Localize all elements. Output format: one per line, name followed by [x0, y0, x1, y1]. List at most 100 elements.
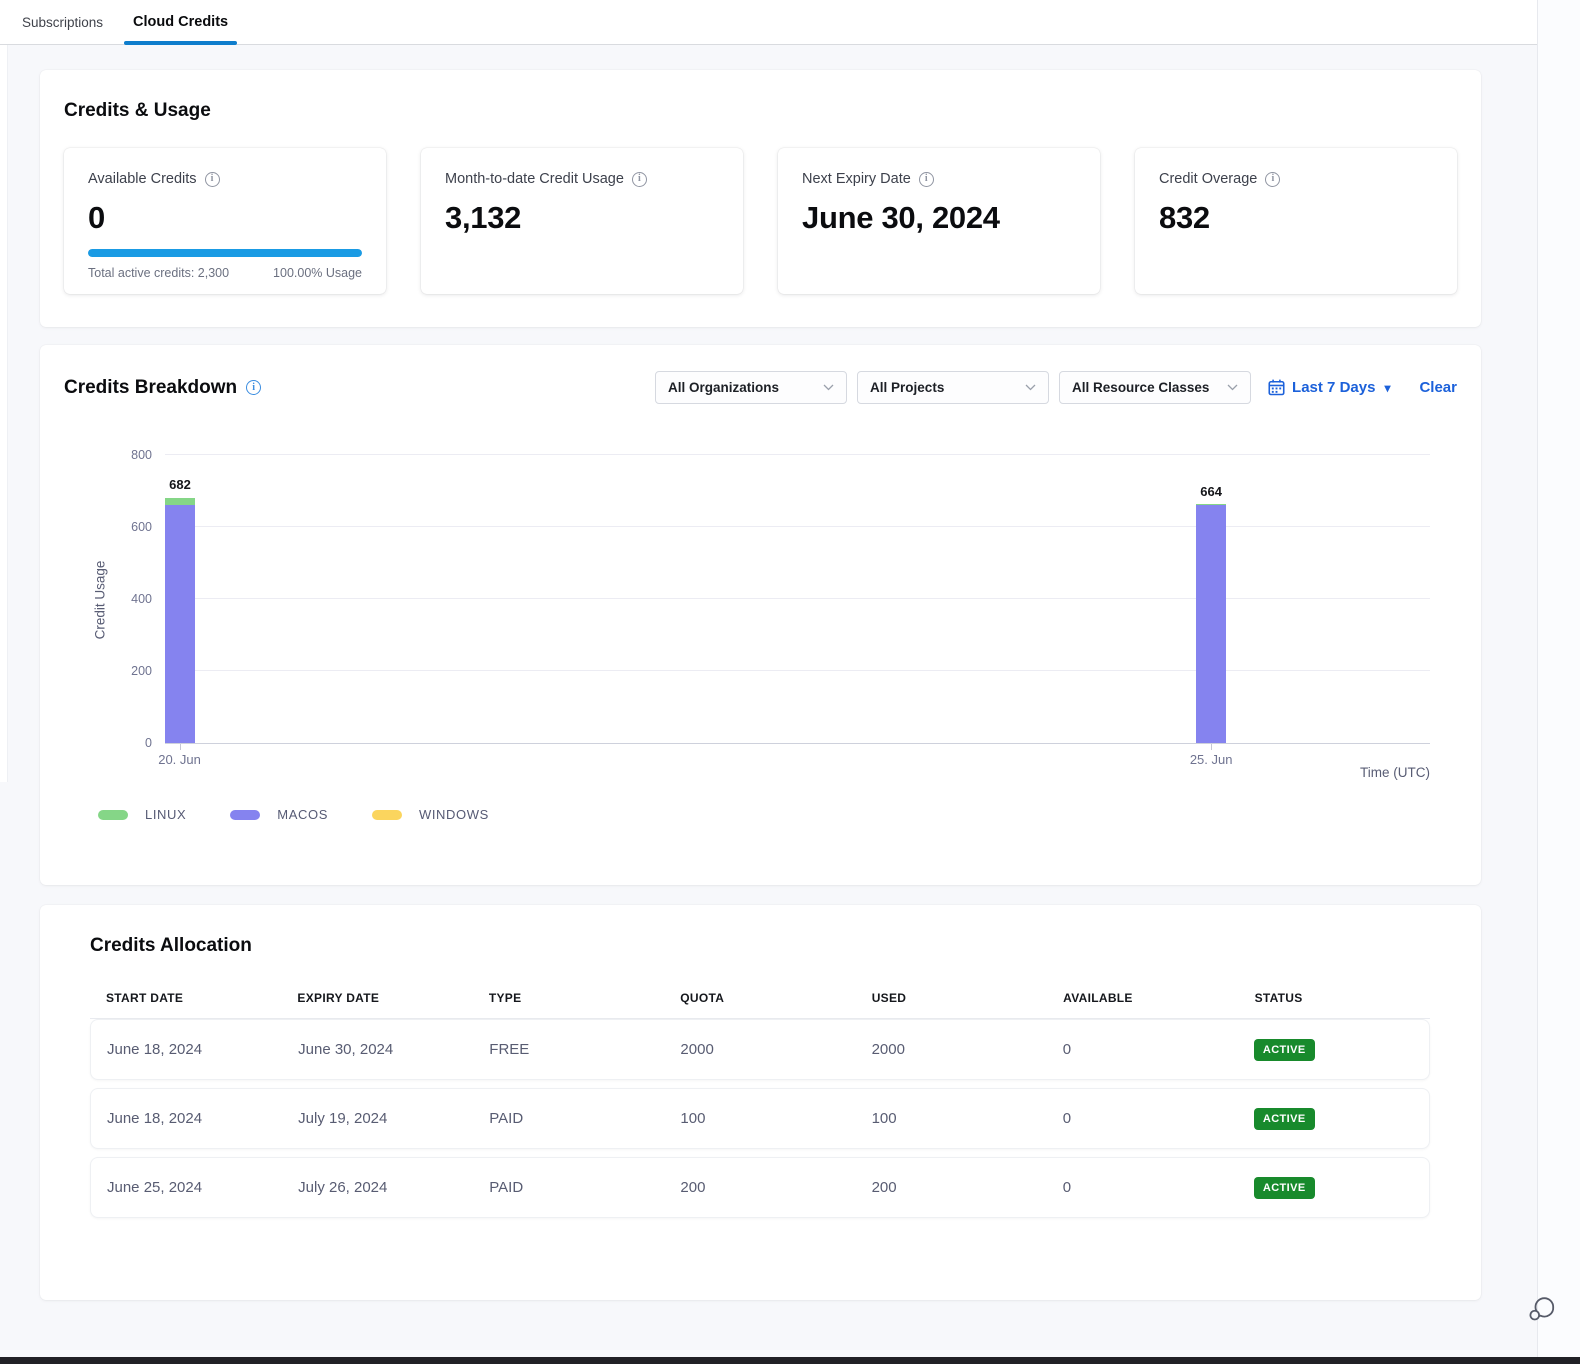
organizations-select[interactable]: All Organizations: [655, 371, 847, 404]
credit-overage-card: Credit Overage i 832: [1135, 148, 1457, 294]
calendar-icon: [1268, 379, 1285, 396]
allocation-table: START DATEEXPIRY DATETYPEQUOTAUSEDAVAILA…: [90, 991, 1430, 1218]
x-axis-tick: [180, 744, 181, 750]
next-expiry-label: Next Expiry Date: [802, 171, 911, 187]
column-header-type: TYPE: [473, 991, 664, 1005]
credit-overage-label: Credit Overage: [1159, 171, 1257, 187]
chart-bar-total-label: 682: [169, 477, 191, 492]
credits-breakdown-title: Credits Breakdown: [64, 377, 237, 399]
legend-item-macos[interactable]: MACOS: [230, 807, 328, 822]
cell-type: FREE: [473, 1041, 664, 1058]
cell-quota: 100: [664, 1110, 855, 1127]
cell-expiry-date: July 19, 2024: [282, 1110, 473, 1127]
chat-bubble-icon[interactable]: [1526, 1294, 1558, 1326]
credits-allocation-title: Credits Allocation: [90, 935, 1430, 957]
cell-start-date: June 25, 2024: [91, 1179, 282, 1196]
cell-available: 0: [1047, 1179, 1238, 1196]
chevron-down-icon: [1025, 384, 1036, 391]
cell-available: 0: [1047, 1041, 1238, 1058]
cell-used: 2000: [856, 1041, 1047, 1058]
credits-usage-title: Credits & Usage: [64, 100, 1457, 122]
date-range-label: Last 7 Days: [1292, 379, 1375, 396]
legend-label: MACOS: [277, 807, 328, 822]
cell-used: 200: [856, 1179, 1047, 1196]
chevron-down-icon: [1227, 384, 1238, 391]
table-row: June 25, 2024July 26, 2024PAID2002000ACT…: [90, 1157, 1430, 1218]
resource-classes-select[interactable]: All Resource Classes: [1059, 371, 1251, 404]
legend-item-linux[interactable]: LINUX: [98, 807, 186, 822]
info-icon[interactable]: i: [1265, 172, 1280, 187]
chart-gridline: [165, 670, 1430, 671]
cell-quota: 200: [664, 1179, 855, 1196]
chart-bar-segment-macos: [165, 505, 195, 743]
credits-progress-fill: [88, 249, 362, 257]
clear-filters-button[interactable]: Clear: [1419, 379, 1457, 396]
column-header-start-date: START DATE: [90, 991, 281, 1005]
y-axis-tick-label: 400: [131, 592, 152, 606]
cell-quota: 2000: [664, 1041, 855, 1058]
caret-down-icon: ▾: [1384, 381, 1390, 395]
projects-select[interactable]: All Projects: [857, 371, 1049, 404]
credits-allocation-panel: Credits Allocation START DATEEXPIRY DATE…: [40, 905, 1481, 1300]
status-badge: ACTIVE: [1254, 1108, 1315, 1130]
credits-usage-chart: 020040060080068220. Jun66425. Jun: [165, 456, 1430, 744]
total-active-credits: Total active credits: 2,300: [88, 266, 229, 280]
cell-status: ACTIVE: [1238, 1108, 1429, 1130]
column-header-expiry-date: EXPIRY DATE: [281, 991, 472, 1005]
chart-bar-segment-macos: [1196, 505, 1226, 743]
mtd-usage-label: Month-to-date Credit Usage: [445, 171, 624, 187]
cell-start-date: June 18, 2024: [91, 1041, 282, 1058]
chart-gridline: [165, 526, 1430, 527]
window-bottom-bar: [0, 1357, 1580, 1364]
column-header-quota: QUOTA: [664, 991, 855, 1005]
column-header-status: STATUS: [1239, 991, 1430, 1005]
allocation-table-body: June 18, 2024June 30, 2024FREE200020000A…: [90, 1019, 1430, 1218]
column-header-used: USED: [856, 991, 1047, 1005]
y-axis-tick-label: 600: [131, 520, 152, 534]
mtd-usage-value: 3,132: [445, 200, 719, 236]
credits-breakdown-panel: Credits Breakdown i All Organizations Al…: [40, 345, 1481, 885]
info-icon[interactable]: i: [205, 172, 220, 187]
x-axis-tick-label: 25. Jun: [1190, 752, 1233, 767]
available-credits-card: Available Credits i 0 Total active credi…: [64, 148, 386, 294]
credit-overage-value: 832: [1159, 200, 1433, 236]
next-expiry-value: June 30, 2024: [802, 200, 1076, 236]
tab-bar: Subscriptions Cloud Credits: [0, 0, 1580, 45]
legend-label: LINUX: [145, 807, 186, 822]
cell-type: PAID: [473, 1110, 664, 1127]
column-header-available: AVAILABLE: [1047, 991, 1238, 1005]
available-credits-value: 0: [88, 200, 362, 236]
tab-subscriptions[interactable]: Subscriptions: [22, 0, 103, 45]
tab-cloud-credits[interactable]: Cloud Credits: [133, 0, 228, 45]
stat-cards: Available Credits i 0 Total active credi…: [64, 148, 1457, 294]
legend-item-windows[interactable]: WINDOWS: [372, 807, 489, 822]
chart-x-axis-title: Time (UTC): [1360, 765, 1430, 780]
right-rail: [1537, 0, 1580, 1357]
y-axis-tick-label: 800: [131, 448, 152, 462]
y-axis-tick-label: 0: [145, 736, 152, 750]
status-badge: ACTIVE: [1254, 1039, 1315, 1061]
chart-bar: 682: [165, 497, 195, 743]
x-axis-tick: [1211, 744, 1212, 750]
x-axis-tick-label: 20. Jun: [158, 752, 201, 767]
info-icon[interactable]: i: [246, 380, 261, 395]
credits-progress-bar: [88, 249, 362, 257]
legend-label: WINDOWS: [419, 807, 489, 822]
info-icon[interactable]: i: [919, 172, 934, 187]
mtd-usage-card: Month-to-date Credit Usage i 3,132: [421, 148, 743, 294]
credits-usage-panel: Credits & Usage Available Credits i 0 To…: [40, 70, 1481, 327]
chart-bar-segment-linux: [165, 498, 195, 506]
chart-legend: LINUX MACOS WINDOWS: [98, 807, 489, 822]
chart-y-axis-title: Credit Usage: [93, 561, 108, 640]
chart-gridline: [165, 454, 1430, 455]
chart-gridline: [165, 598, 1430, 599]
chevron-down-icon: [823, 384, 834, 391]
legend-swatch: [230, 810, 260, 820]
cell-used: 100: [856, 1110, 1047, 1127]
table-row: June 18, 2024July 19, 2024PAID1001000ACT…: [90, 1088, 1430, 1149]
info-icon[interactable]: i: [632, 172, 647, 187]
cell-expiry-date: June 30, 2024: [282, 1041, 473, 1058]
breakdown-filters: All Organizations All Projects All Resou…: [655, 371, 1457, 404]
chart-bar-total-label: 664: [1200, 484, 1222, 499]
date-range-picker[interactable]: Last 7 Days ▾: [1268, 379, 1390, 396]
